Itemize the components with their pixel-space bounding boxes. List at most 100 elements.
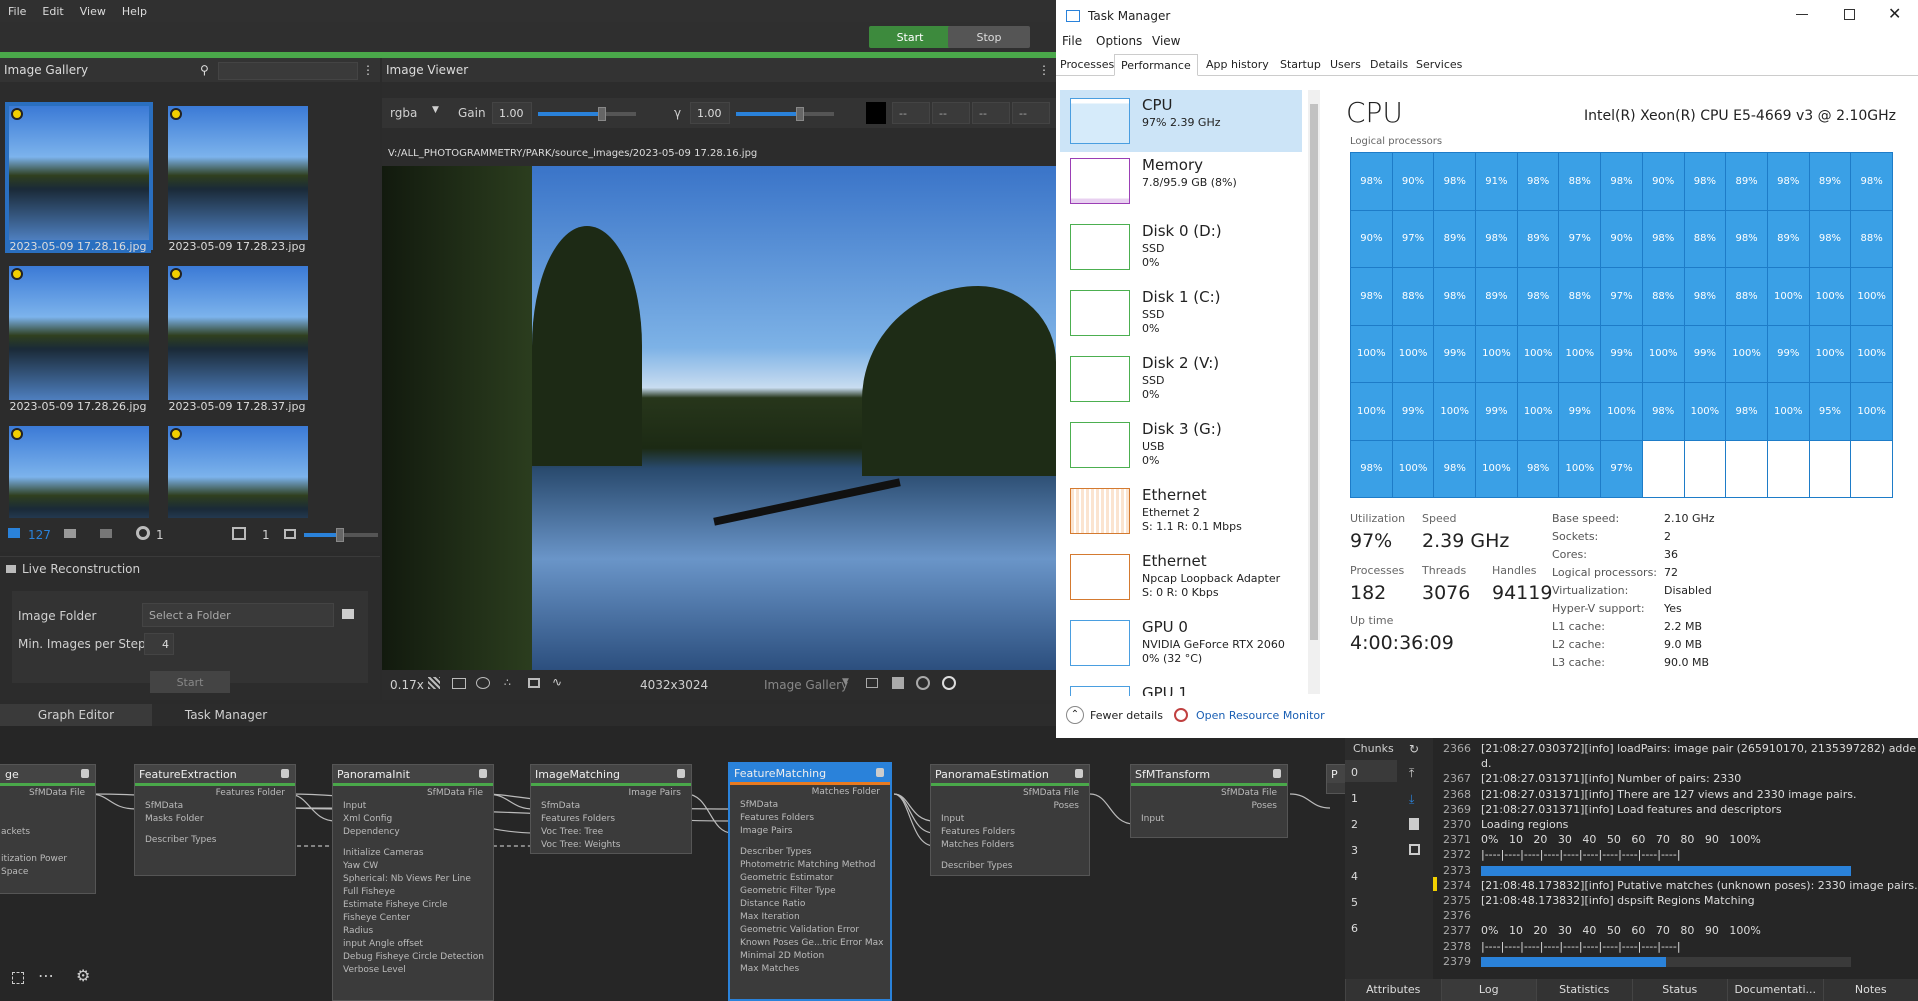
camera-off-icon[interactable]: [100, 529, 112, 538]
gain-input[interactable]: 1.00: [492, 102, 532, 124]
tab-status[interactable]: Status: [1631, 979, 1728, 1001]
tm-item-gpu1[interactable]: GPU 1: [1060, 678, 1302, 696]
node-partial-right[interactable]: P: [1326, 764, 1345, 794]
views-icon[interactable]: [232, 527, 246, 540]
tm-tab-app-history[interactable]: App history: [1206, 58, 1269, 71]
close-icon[interactable]: ✕: [1888, 4, 1901, 23]
chunk-item[interactable]: 2: [1351, 818, 1358, 831]
tm-tab-processes[interactable]: Processes: [1060, 58, 1114, 71]
camera-icon[interactable]: [64, 529, 76, 538]
node-feature-matching[interactable]: FeatureMatching Matches Folder SfMData F…: [728, 762, 892, 1001]
color-swatch[interactable]: [866, 102, 886, 124]
tm-menu-options[interactable]: Options: [1096, 34, 1142, 48]
tm-list-scrollbar[interactable]: [1308, 90, 1320, 694]
minimize-icon[interactable]: [1796, 14, 1808, 15]
tm-menu-file[interactable]: File: [1062, 34, 1082, 48]
gallery-thumb[interactable]: 2023-05-09 17.28.37.jpg: [164, 262, 310, 413]
chunk-item[interactable]: 0: [1351, 766, 1358, 779]
graph-editor[interactable]: ge SfMData File ackets itization Power S…: [0, 726, 1345, 1001]
rect-icon[interactable]: [528, 678, 540, 688]
tm-item-ethernet[interactable]: Ethernet Ethernet 2 S: 1.1 R: 0.1 Mbps: [1060, 480, 1302, 542]
node-image-matching[interactable]: ImageMatching Image Pairs SfmData Featur…: [530, 764, 692, 854]
start-button[interactable]: Start: [869, 26, 951, 48]
clipboard-icon[interactable]: [1409, 818, 1419, 830]
image-icon[interactable]: [8, 528, 20, 538]
chevron-up-icon[interactable]: ⌃: [1066, 706, 1084, 724]
stop-button[interactable]: Stop: [948, 26, 1030, 48]
node-panorama-estimation[interactable]: PanoramaEstimation SfMData File Poses In…: [930, 764, 1090, 876]
info-icon[interactable]: [942, 676, 956, 690]
tm-item-ethernet-loopback[interactable]: Ethernet Npcap Loopback Adapter S: 0 R: 0…: [1060, 546, 1302, 608]
tab-log[interactable]: Log: [1440, 979, 1536, 1001]
scroll-top-icon[interactable]: ⤒: [1409, 766, 1414, 781]
gallery-thumb[interactable]: 2023-05-09 17.28.26.jpg: [5, 262, 151, 413]
chunk-item[interactable]: 3: [1351, 844, 1358, 857]
graph-icon[interactable]: ∿: [552, 675, 562, 689]
menu-view[interactable]: View: [72, 5, 114, 18]
tab-notes[interactable]: Notes: [1822, 979, 1918, 1001]
tm-item-memory[interactable]: Memory 7.8/95.9 GB (8%): [1060, 150, 1302, 212]
tab-attributes[interactable]: Attributes: [1345, 979, 1441, 1001]
external-link-icon[interactable]: [1409, 844, 1420, 855]
tm-tab-users[interactable]: Users: [1330, 58, 1361, 71]
channel-select[interactable]: rgba: [390, 106, 417, 120]
bar-chart-icon[interactable]: [892, 677, 904, 689]
menu-file[interactable]: File: [0, 5, 34, 18]
tm-item-disk3[interactable]: Disk 3 (G:) USB 0%: [1060, 414, 1302, 476]
viewer-menu-icon[interactable]: ⋮: [1038, 63, 1050, 77]
frame-icon[interactable]: [452, 678, 466, 689]
globe-icon[interactable]: [916, 676, 930, 690]
gallery-thumb[interactable]: 2023-05-09 17.28.23.jpg: [164, 102, 310, 253]
menu-edit[interactable]: Edit: [34, 5, 71, 18]
fisheye-icon[interactable]: [476, 677, 490, 689]
gallery-thumb[interactable]: 2023-05-09 17.28.16.jpg: [5, 102, 153, 253]
chunk-item[interactable]: 5: [1351, 896, 1358, 909]
aperture-icon[interactable]: [136, 526, 150, 540]
tab-statistics[interactable]: Statistics: [1536, 979, 1632, 1001]
log-view[interactable]: 2366 [21:08:27.030372][info] loadPairs: i…: [1433, 738, 1918, 979]
open-resource-monitor-link[interactable]: Open Resource Monitor: [1196, 709, 1325, 722]
image-folder-input[interactable]: Select a Folder: [142, 603, 334, 627]
tab-documentation[interactable]: Documentati...: [1727, 979, 1823, 1001]
min-images-input[interactable]: 4: [144, 633, 174, 655]
tm-tab-details[interactable]: Details: [1370, 58, 1408, 71]
tm-item-cpu[interactable]: CPU 97% 2.39 GHz: [1060, 90, 1302, 152]
gallery-search-input[interactable]: [218, 62, 358, 80]
features-icon[interactable]: ∴: [504, 676, 511, 689]
gear-icon[interactable]: ⚙: [76, 966, 90, 985]
maximize-icon[interactable]: [1844, 9, 1855, 20]
gamma-slider[interactable]: [736, 107, 834, 121]
tm-item-disk1[interactable]: Disk 1 (C:) SSD 0%: [1060, 282, 1302, 344]
tab-task-manager[interactable]: Task Manager: [152, 704, 300, 726]
node-panorama-init[interactable]: PanoramaInit SfMData File Input Xml Conf…: [332, 764, 494, 1001]
viewer-source-select[interactable]: Image Gallery: [764, 678, 848, 692]
chunk-item[interactable]: 6: [1351, 922, 1358, 935]
tm-tab-services[interactable]: Services: [1416, 58, 1462, 71]
menu-help[interactable]: Help: [114, 5, 155, 18]
gamma-input[interactable]: 1.00: [690, 102, 730, 124]
tm-tab-startup[interactable]: Startup: [1280, 58, 1321, 71]
gallery-thumb[interactable]: [164, 422, 310, 518]
node-feature-extraction[interactable]: FeatureExtraction Features Folder SfMDat…: [134, 764, 296, 876]
refresh-icon[interactable]: ↻: [1409, 742, 1419, 756]
live-start-button[interactable]: Start: [150, 671, 230, 693]
thumb-size-slider[interactable]: [304, 528, 378, 542]
gallery-menu-icon[interactable]: ⋮: [362, 63, 374, 77]
export-icon[interactable]: [866, 678, 878, 688]
chunk-item[interactable]: 4: [1351, 870, 1358, 883]
tm-item-disk0[interactable]: Disk 0 (D:) SSD 0%: [1060, 216, 1302, 278]
scroll-bottom-icon[interactable]: ⤓: [1409, 792, 1414, 807]
fit-icon[interactable]: [12, 972, 24, 984]
chunk-item[interactable]: 1: [1351, 792, 1358, 805]
viewer-image[interactable]: [382, 166, 1056, 670]
tm-menu-view[interactable]: View: [1152, 34, 1180, 48]
tm-item-gpu0[interactable]: GPU 0 NVIDIA GeForce RTX 2060 0% (32 °C): [1060, 612, 1302, 674]
node-partial[interactable]: ge SfMData File ackets itization Power S…: [0, 764, 96, 894]
node-sfm-transform[interactable]: SfMTransform SfMData File Poses Input: [1130, 764, 1288, 838]
gallery-thumb[interactable]: [5, 422, 151, 518]
folder-icon[interactable]: [342, 609, 354, 619]
more-icon[interactable]: ⋯: [38, 966, 54, 985]
tm-item-disk2[interactable]: Disk 2 (V:) SSD 0%: [1060, 348, 1302, 410]
gain-slider[interactable]: [538, 107, 636, 121]
hatch-icon[interactable]: [428, 677, 440, 689]
